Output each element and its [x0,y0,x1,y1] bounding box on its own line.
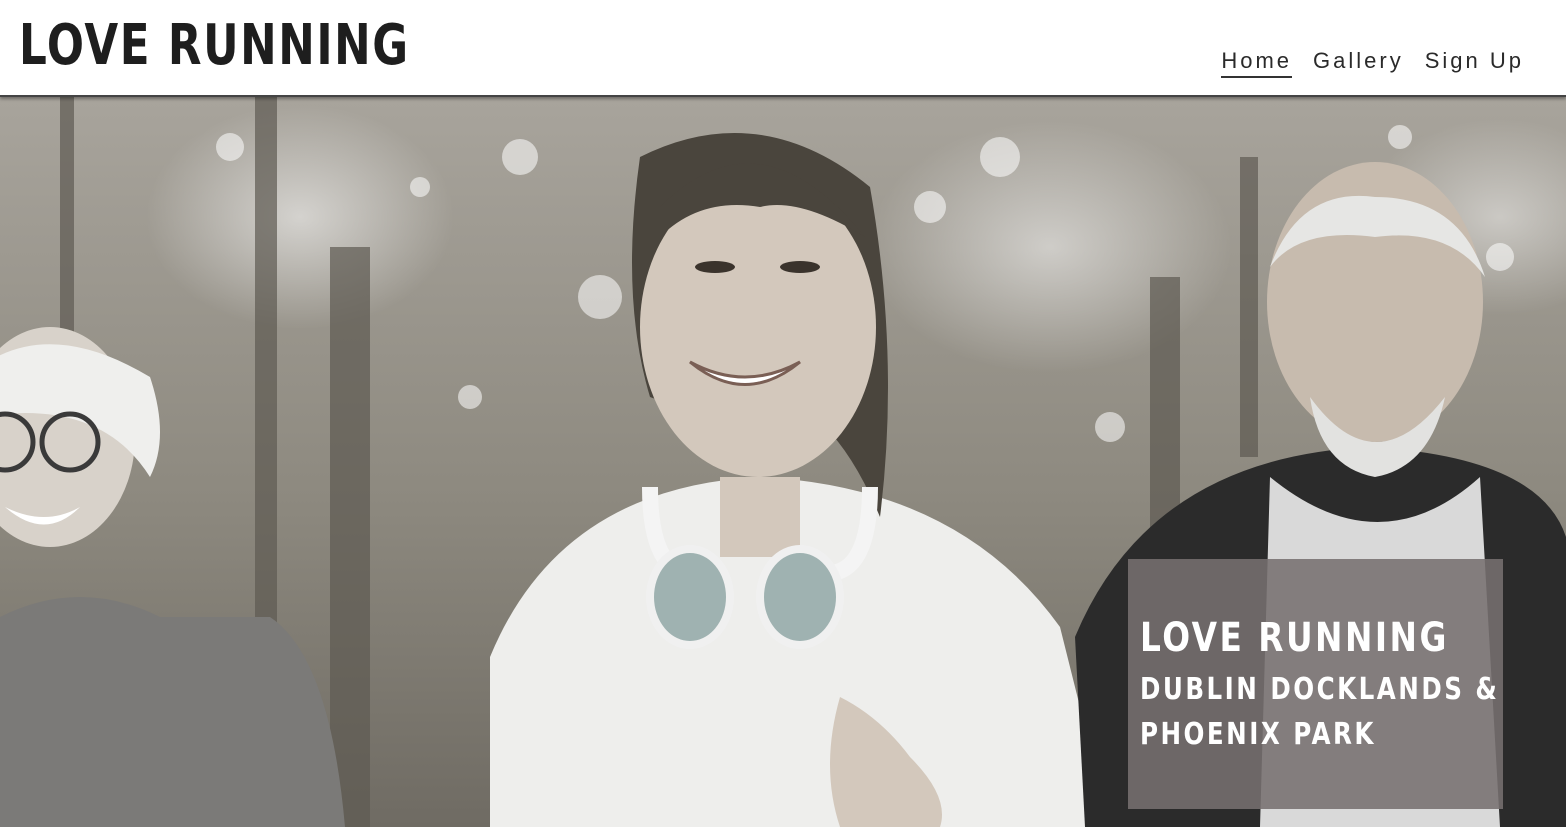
nav-item-home: Home [1221,46,1293,78]
site-logo[interactable]: LOVE RUNNING [19,12,410,80]
hero-section: LOVE RUNNING DUBLIN DOCKLANDS & PHOENIX … [0,97,1566,827]
caption-title: LOVE RUNNING [1140,615,1449,661]
nav-item-sign-up: Sign Up [1425,46,1524,78]
left-runner [0,327,345,827]
nav-link-home[interactable]: Home [1221,46,1293,78]
center-runner [490,133,1110,827]
nav-link-gallery[interactable]: Gallery [1313,46,1404,76]
caption-location-line-2: PHOENIX PARK [1140,717,1376,752]
caption-location-line-1: DUBLIN DOCKLANDS & [1140,672,1500,707]
nav-item-gallery: Gallery [1313,46,1404,78]
site-header: LOVE RUNNING Home Gallery Sign Up [0,0,1566,97]
nav-link-sign-up[interactable]: Sign Up [1425,46,1524,76]
hero-caption-box: LOVE RUNNING DUBLIN DOCKLANDS & PHOENIX … [1128,559,1503,809]
